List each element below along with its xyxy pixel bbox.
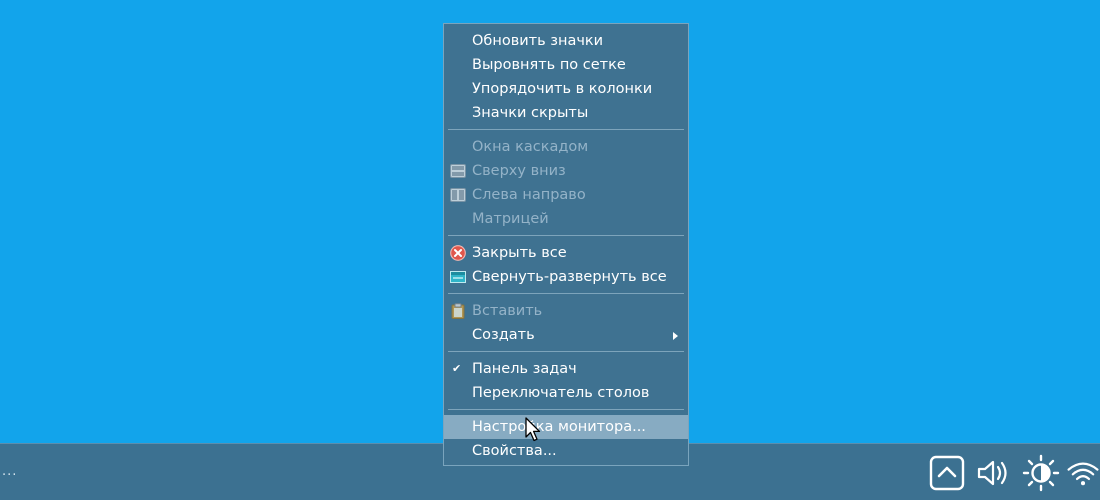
menu-item[interactable]: Окна каскадом xyxy=(444,135,688,159)
menu-item[interactable]: Обновить значки xyxy=(444,29,688,53)
menu-separator xyxy=(448,293,684,294)
menu-item-label: Настройка монитора... xyxy=(472,419,646,435)
brightness-icon xyxy=(1022,454,1060,492)
menu-item-label: Окна каскадом xyxy=(472,139,589,155)
menu-item-label: Слева направо xyxy=(472,187,586,203)
menu-item[interactable]: Сверху вниз xyxy=(444,159,688,183)
volume-button[interactable] xyxy=(973,454,1011,492)
menu-item[interactable]: Создать xyxy=(444,323,688,347)
wifi-button[interactable] xyxy=(1066,454,1100,492)
checkmark-icon: ✔ xyxy=(452,362,462,375)
menu-item[interactable]: Настройка монитора... xyxy=(444,415,688,439)
menu-item-label: Упорядочить в колонки xyxy=(472,81,653,97)
menu-item[interactable]: Вставить xyxy=(444,299,688,323)
menu-item-label: Свойства... xyxy=(472,443,557,459)
menu-item-label: Создать xyxy=(472,327,535,343)
close-all-icon xyxy=(450,245,466,261)
menu-item[interactable]: Свойства... xyxy=(444,439,688,463)
show-hidden-icons-button[interactable] xyxy=(928,454,966,492)
menu-item-label: Вставить xyxy=(472,303,543,319)
minimize-all-icon xyxy=(450,269,466,285)
menu-item[interactable]: Закрыть все xyxy=(444,241,688,265)
menu-item-label: Закрыть все xyxy=(472,245,567,261)
desktop-context-menu: Обновить значки Выровнять по сетке Упорядо… xyxy=(443,23,689,466)
menu-item[interactable]: Свернуть-развернуть все xyxy=(444,265,688,289)
tile-vertical-icon xyxy=(450,187,466,203)
taskbar-overflow-text[interactable]: ... xyxy=(2,464,17,479)
menu-item-label: Сверху вниз xyxy=(472,163,566,179)
menu-separator xyxy=(448,235,684,236)
menu-item[interactable]: Переключатель столов xyxy=(444,381,688,405)
paste-icon xyxy=(450,303,466,319)
menu-separator xyxy=(448,351,684,352)
menu-item-label: Выровнять по сетке xyxy=(472,57,626,73)
menu-item[interactable]: Значки скрыты xyxy=(444,101,688,125)
menu-separator xyxy=(448,129,684,130)
wifi-icon xyxy=(1067,462,1099,486)
brightness-button[interactable] xyxy=(1022,454,1060,492)
menu-item[interactable]: Слева направо xyxy=(444,183,688,207)
volume-icon xyxy=(977,460,1007,486)
menu-item-label: Панель задач xyxy=(472,361,577,377)
menu-item[interactable]: Матрицей xyxy=(444,207,688,231)
menu-item-label: Матрицей xyxy=(472,211,549,227)
menu-item[interactable]: ✔ Панель задач xyxy=(444,357,688,381)
submenu-arrow-icon xyxy=(673,332,678,340)
menu-item[interactable]: Выровнять по сетке xyxy=(444,53,688,77)
menu-item-label: Обновить значки xyxy=(472,33,604,49)
tile-horizontal-icon xyxy=(450,163,466,179)
menu-separator xyxy=(448,409,684,410)
show-hidden-icons-icon xyxy=(929,455,965,491)
menu-item-label: Значки скрыты xyxy=(472,105,589,121)
menu-item[interactable]: Упорядочить в колонки xyxy=(444,77,688,101)
menu-item-label: Переключатель столов xyxy=(472,385,650,401)
menu-item-label: Свернуть-развернуть все xyxy=(472,269,667,285)
